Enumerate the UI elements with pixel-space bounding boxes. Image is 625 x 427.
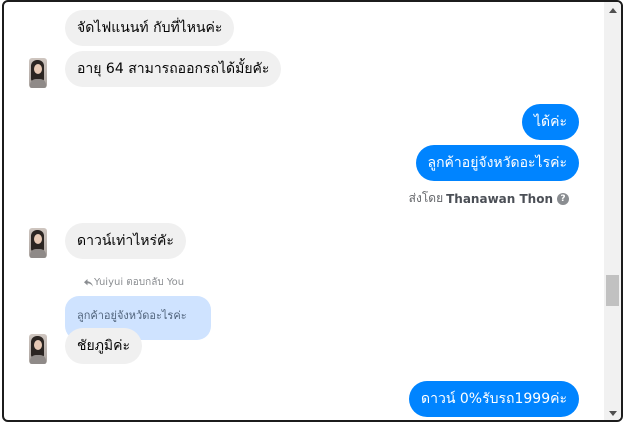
contact-avatar[interactable] bbox=[29, 334, 47, 364]
message-thread: จัดไฟแนนท์ กับที่ไหนค่ะ อายุ 64 สามารถออ… bbox=[4, 2, 607, 420]
chat-window: จัดไฟแนนท์ กับที่ไหนค่ะ อายุ 64 สามารถออ… bbox=[2, 0, 623, 422]
arrow-down-icon bbox=[608, 411, 617, 416]
scroll-down-button[interactable] bbox=[604, 405, 621, 420]
outgoing-message[interactable]: ลูกค้าอยู่จังหวัดอะไรค่ะ bbox=[415, 145, 579, 181]
arrow-up-icon bbox=[608, 8, 617, 13]
sender-name: Thanawan Thon bbox=[446, 191, 553, 206]
help-icon[interactable]: ? bbox=[557, 192, 569, 205]
quoted-message-text: ลูกค้าอยู่จังหวัดอะไรค่ะ bbox=[77, 309, 187, 322]
reply-arrow-icon bbox=[84, 278, 93, 287]
reply-meta: Yuiyui ตอบกลับ You bbox=[84, 275, 184, 290]
contact-avatar[interactable] bbox=[29, 58, 47, 88]
incoming-message[interactable]: ชัยภูมิค่ะ bbox=[65, 328, 143, 364]
sent-by-prefix: ส่งโดย bbox=[408, 191, 444, 205]
scrollbar-thumb[interactable] bbox=[606, 275, 619, 306]
sent-by-label: ส่งโดย Thanawan Thon ? bbox=[409, 189, 569, 208]
incoming-message[interactable]: ดาวน์เท่าไหร่คัะ bbox=[65, 223, 186, 259]
vertical-scrollbar[interactable] bbox=[604, 2, 621, 420]
contact-avatar[interactable] bbox=[29, 228, 47, 258]
scroll-up-button[interactable] bbox=[604, 2, 621, 19]
outgoing-message[interactable]: ได้ค่ะ bbox=[521, 104, 579, 140]
incoming-message[interactable]: อายุ 64 สามารถออกรถได้มั้ยคัะ bbox=[65, 51, 282, 87]
outgoing-message[interactable]: ดาวน์ 0%รับรถ1999ค่ะ bbox=[409, 381, 579, 417]
reply-meta-text: Yuiyui ตอบกลับ You bbox=[94, 277, 185, 288]
incoming-message[interactable]: จัดไฟแนนท์ กับที่ไหนค่ะ bbox=[65, 10, 235, 46]
